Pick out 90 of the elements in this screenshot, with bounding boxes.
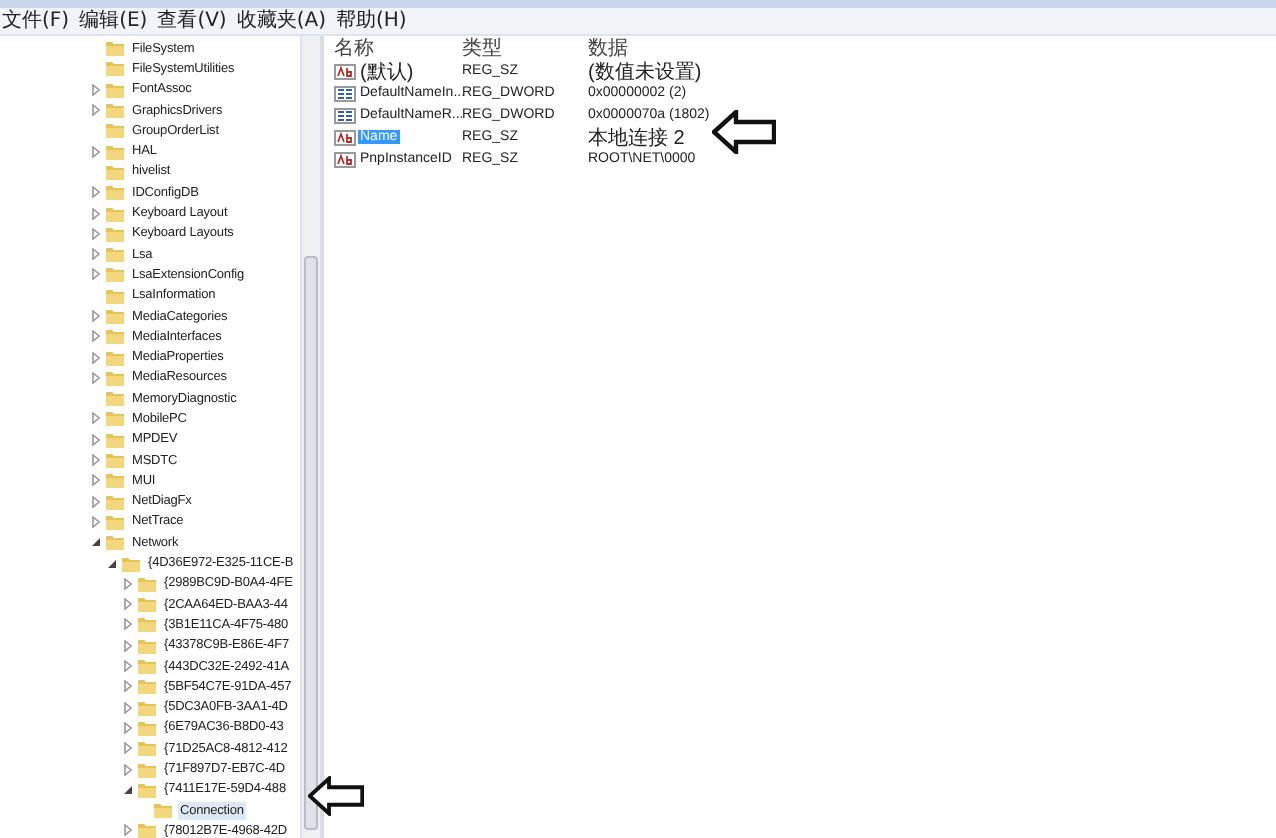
folder-icon bbox=[106, 266, 124, 283]
folder-icon bbox=[138, 616, 156, 633]
binary-value-icon bbox=[334, 107, 356, 123]
folder-icon bbox=[106, 246, 124, 263]
folder-icon bbox=[106, 184, 124, 201]
menu-item[interactable]: 查看(V) bbox=[155, 9, 235, 33]
folder-icon bbox=[138, 822, 156, 838]
column-header[interactable]: 类型 bbox=[462, 34, 588, 62]
string-value-icon bbox=[334, 129, 356, 145]
folder-icon bbox=[106, 349, 124, 366]
folder-icon bbox=[138, 637, 156, 654]
folder-icon bbox=[106, 60, 124, 77]
folder-icon bbox=[138, 678, 156, 695]
menu-item[interactable]: 文件(F) bbox=[0, 9, 78, 33]
menu-item[interactable]: 帮助(H) bbox=[334, 9, 415, 33]
collapsed-icon[interactable] bbox=[90, 433, 102, 446]
value-data: (数值未设置) bbox=[588, 59, 702, 85]
folder-icon bbox=[106, 534, 124, 551]
folder-icon bbox=[106, 287, 124, 304]
folder-icon bbox=[138, 596, 156, 613]
folder-icon bbox=[154, 802, 172, 819]
folder-icon bbox=[138, 658, 156, 675]
scrollbar-thumb[interactable] bbox=[304, 256, 318, 830]
collapsed-icon[interactable] bbox=[122, 618, 134, 631]
collapsed-icon[interactable] bbox=[122, 598, 134, 611]
column-header[interactable]: 名称 bbox=[334, 34, 462, 62]
collapsed-icon[interactable] bbox=[122, 721, 134, 734]
folder-icon bbox=[106, 431, 124, 448]
collapsed-icon[interactable] bbox=[90, 248, 102, 261]
folder-icon bbox=[138, 575, 156, 592]
expanded-icon[interactable] bbox=[90, 536, 102, 549]
folder-icon bbox=[106, 205, 124, 222]
collapsed-icon[interactable] bbox=[122, 824, 134, 837]
folder-icon bbox=[138, 699, 156, 716]
string-value-icon bbox=[334, 63, 356, 79]
folder-icon bbox=[106, 308, 124, 324]
collapsed-icon[interactable] bbox=[122, 742, 134, 755]
collapsed-icon[interactable] bbox=[90, 474, 102, 487]
collapsed-icon[interactable] bbox=[90, 495, 102, 508]
folder-icon bbox=[106, 452, 124, 469]
folder-icon bbox=[138, 781, 156, 798]
menu-item[interactable]: 收藏夹(A) bbox=[234, 9, 334, 33]
value-name[interactable]: (默认) bbox=[358, 57, 416, 85]
expanded-icon[interactable] bbox=[122, 783, 134, 796]
folder-icon bbox=[106, 81, 124, 98]
string-value-icon bbox=[334, 151, 356, 167]
collapsed-icon[interactable] bbox=[122, 660, 134, 673]
folder-icon bbox=[106, 369, 124, 386]
binary-value-icon bbox=[334, 85, 356, 101]
collapsed-icon[interactable] bbox=[90, 104, 102, 117]
scrollbar[interactable] bbox=[300, 36, 320, 838]
collapsed-icon[interactable] bbox=[90, 351, 102, 364]
collapsed-icon[interactable] bbox=[122, 639, 134, 652]
folder-icon bbox=[106, 493, 124, 510]
value-data: 本地连接 2 bbox=[588, 125, 685, 151]
collapsed-icon[interactable] bbox=[90, 145, 102, 158]
folder-icon bbox=[106, 143, 124, 160]
folder-icon bbox=[106, 122, 124, 139]
collapsed-icon[interactable] bbox=[122, 680, 134, 693]
collapsed-icon[interactable] bbox=[90, 454, 102, 467]
folder-icon bbox=[106, 472, 124, 489]
folder-icon bbox=[106, 102, 124, 119]
collapsed-icon[interactable] bbox=[90, 268, 102, 281]
folder-icon bbox=[106, 513, 124, 530]
collapsed-icon[interactable] bbox=[90, 330, 102, 343]
collapsed-icon[interactable] bbox=[90, 186, 102, 199]
folder-icon bbox=[106, 410, 124, 427]
expanded-icon[interactable] bbox=[106, 557, 118, 570]
folder-icon bbox=[106, 163, 124, 180]
collapsed-icon[interactable] bbox=[122, 701, 134, 714]
folder-icon bbox=[138, 761, 156, 778]
folder-icon bbox=[106, 40, 124, 57]
collapsed-icon[interactable] bbox=[90, 207, 102, 220]
collapsed-icon[interactable] bbox=[90, 83, 102, 96]
menu-item[interactable]: 编辑(E) bbox=[77, 9, 156, 33]
folder-icon bbox=[138, 740, 156, 757]
folder-icon bbox=[122, 555, 140, 572]
collapsed-icon[interactable] bbox=[122, 577, 134, 590]
folder-icon bbox=[138, 719, 156, 736]
column-header[interactable]: 数据 bbox=[588, 34, 628, 62]
collapsed-icon[interactable] bbox=[122, 763, 134, 776]
collapsed-icon[interactable] bbox=[90, 227, 102, 240]
collapsed-icon[interactable] bbox=[90, 310, 102, 322]
folder-icon bbox=[106, 328, 124, 345]
collapsed-icon[interactable] bbox=[90, 515, 102, 528]
arrow-icon bbox=[712, 110, 776, 154]
folder-icon bbox=[106, 225, 124, 242]
folder-icon bbox=[106, 390, 124, 407]
collapsed-icon[interactable] bbox=[90, 412, 102, 425]
collapsed-icon[interactable] bbox=[90, 371, 102, 384]
